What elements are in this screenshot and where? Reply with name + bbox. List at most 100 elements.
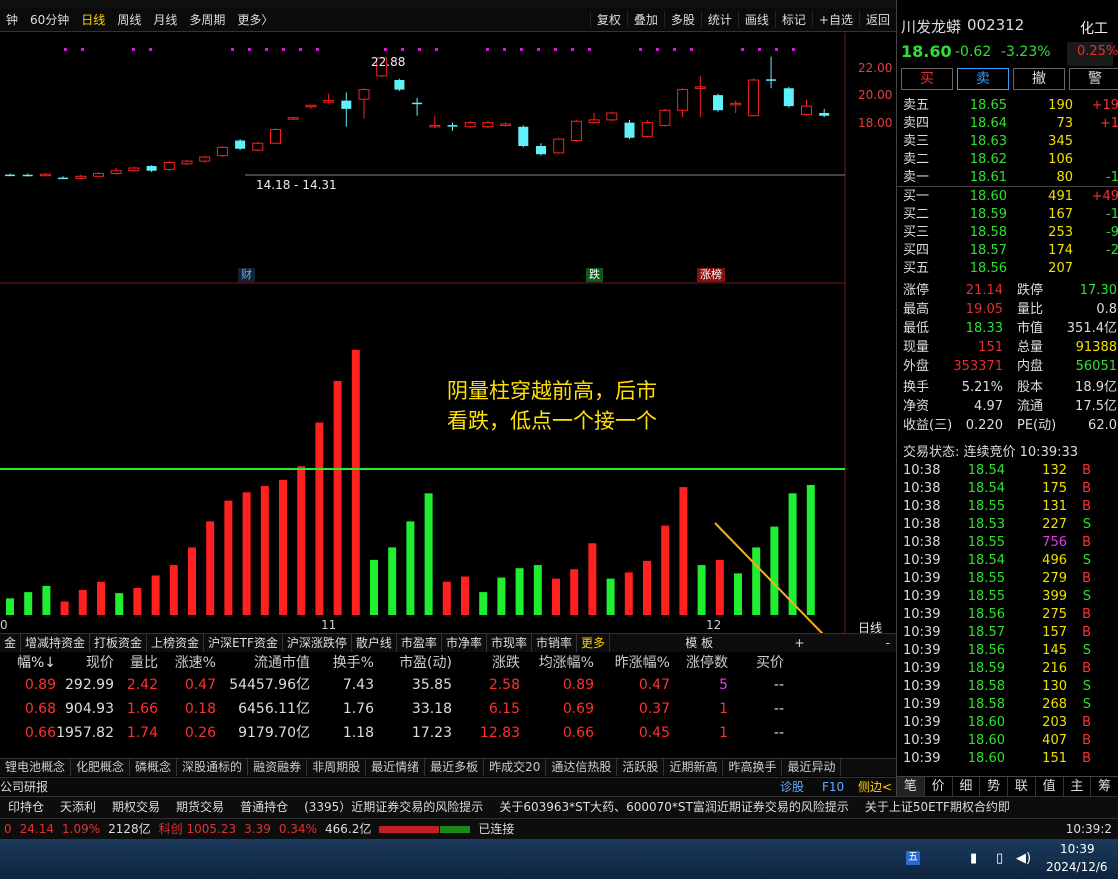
news-ticker[interactable]: (3395）近期证券交易的风险提示 [296,797,491,818]
concept-tab[interactable]: 磷概念 [130,759,178,776]
concept-tab[interactable]: 最近异动 [782,759,842,776]
column-header[interactable]: 均涨幅% [520,653,594,673]
battery-icon[interactable]: ▮ [970,851,977,866]
panel-tab[interactable]: 价 [925,777,953,796]
sector-name[interactable]: 化工 [1080,18,1108,38]
column-header[interactable]: 市盈(动) [374,653,452,673]
tf-monthly[interactable]: 月线 [147,11,183,28]
panel-tab[interactable]: 主 [1064,777,1092,796]
ask-row[interactable]: 卖三 18.63 345 [897,133,1118,151]
ask-row[interactable]: 卖一 18.61 80 -1 [897,169,1118,187]
concept-tab[interactable]: 昨成交20 [484,759,547,776]
bid-row[interactable]: 买三 18.58 253 -9 [897,224,1118,242]
ask-row[interactable]: 卖二 18.62 106 [897,151,1118,169]
tab-item[interactable]: 散户线 [352,634,397,652]
company-report-label[interactable]: 公司研报 [0,778,48,796]
column-header[interactable]: 现价 [56,653,114,673]
panel-tab[interactable]: 值 [1036,777,1064,796]
column-header[interactable]: 涨停数 [670,653,728,673]
tab-item[interactable]: 市净率 [442,634,487,652]
concept-tab[interactable]: 最近情绪 [366,759,426,776]
panel-tab[interactable]: 笔 [897,777,925,796]
panel-tab[interactable]: 联 [1008,777,1036,796]
panel-tab[interactable]: 筹 [1091,777,1118,796]
tab-item[interactable]: 市现率 [487,634,532,652]
clock-date[interactable]: 2024/12/6 [1046,860,1108,874]
fuquan-button[interactable]: 复权 [589,11,627,28]
kline-chart[interactable]: 22.00 20.00 18.00 22.88 14.18 - 14.31 财 … [0,33,1061,879]
add-watchlist-button[interactable]: +自选 [811,11,859,28]
multi-stock-button[interactable]: 多股 [663,11,701,28]
volume-icon[interactable]: ◀) [1016,851,1031,866]
futures-trade-item[interactable]: 期货交易 [168,797,232,818]
column-header[interactable]: 幅%↓ [0,653,56,673]
concept-tab[interactable]: 最近多板 [425,759,485,776]
plus-icon[interactable]: + [788,634,810,652]
tf-daily[interactable]: 日线 [75,11,111,28]
draw-button[interactable]: 画线 [737,11,775,28]
concept-tab[interactable]: 非周期股 [307,759,367,776]
tab-item[interactable]: 市盈率 [397,634,442,652]
tf-more[interactable]: 更多〉 [231,11,279,28]
concept-tab[interactable]: 深股通标的 [177,759,249,776]
concept-tab[interactable]: 近期新高 [664,759,724,776]
network-icon[interactable]: ▯ [996,851,1003,866]
concept-tab[interactable]: 化肥概念 [71,759,131,776]
concept-tab[interactable]: 锂电池概念 [0,759,72,776]
tab-item[interactable]: 增减持资金 [21,634,91,652]
holdings-item[interactable]: 印持仓 [0,797,52,818]
column-header[interactable]: 流通市值 [216,653,310,673]
concept-tab[interactable]: 活跃股 [617,759,665,776]
side-toggle[interactable]: 侧边< [858,778,892,796]
buy-button[interactable]: 买 [901,68,953,90]
clock-time[interactable]: 10:39 [1060,842,1095,856]
bid-row[interactable]: 买四 18.57 174 -2 [897,242,1118,260]
f10-link[interactable]: F10 [822,778,844,796]
template-button[interactable]: 模 板 [679,634,719,652]
rise-list-marker[interactable]: 涨榜 [697,268,725,282]
tab-item[interactable]: 上榜资金 [147,634,205,652]
mark-button[interactable]: 标记 [774,11,812,28]
column-header[interactable]: 量比 [114,653,158,673]
ask-row[interactable]: 卖四 18.64 73 +1 [897,115,1118,133]
alert-button[interactable]: 警 [1069,68,1118,90]
panel-tab[interactable]: 细 [953,777,981,796]
column-header[interactable]: 换手% [310,653,374,673]
options-trade-item[interactable]: 期权交易 [104,797,168,818]
concept-tab[interactable]: 昨高换手 [723,759,783,776]
column-header[interactable]: 昨涨幅% [594,653,670,673]
panel-tab[interactable]: 势 [980,777,1008,796]
ask-row[interactable]: 卖五 18.65 190 +19 [897,97,1118,115]
bid-row[interactable]: 买五 18.56 207 [897,260,1118,278]
drop-marker[interactable]: 跌 [586,268,603,282]
tab-item[interactable]: 打板资金 [90,634,148,652]
bid-row[interactable]: 买二 18.59 167 -1 [897,206,1118,224]
tab-item[interactable]: 沪深ETF资金 [204,634,283,652]
tf-minute[interactable]: 钟 [0,11,24,28]
cancel-order-button[interactable]: 撤 [1013,68,1065,90]
normal-holdings-item[interactable]: 普通持仓 [232,797,296,818]
table-row[interactable]: 0.66 1957.82 1.74 0.26 9179.70亿 1.18 17.23 12.8… [0,721,896,745]
tiantianli-item[interactable]: 天添利 [52,797,104,818]
column-header[interactable]: 涨速% [158,653,216,673]
ime-icon[interactable]: 五 [906,851,920,865]
back-button[interactable]: 返回 [858,11,896,28]
tab-item[interactable]: 金 [0,634,22,652]
concept-tab[interactable]: 通达信热股 [546,759,618,776]
diagnose-link[interactable]: 诊股 [780,778,804,796]
overlay-button[interactable]: 叠加 [626,11,664,28]
column-header[interactable]: 涨跌 [452,653,520,673]
news-ticker[interactable]: 关于603963*ST大药、600070*ST富润近期证券交易的风险提示 [491,797,857,818]
tab-item[interactable]: 市销率 [532,634,577,652]
bid-row[interactable]: 买一 18.60 491 +49 [897,188,1118,206]
sell-button[interactable]: 卖 [957,68,1009,90]
column-header[interactable]: 买价 [728,653,784,673]
table-row[interactable]: 0.68 904.93 1.66 0.18 6456.11亿 1.76 33.18 6.15 0… [0,697,896,721]
concept-tab[interactable]: 融资融券 [248,759,308,776]
news-ticker[interactable]: 关于上证50ETF期权合约即 [857,797,1018,818]
minus-icon[interactable]: - [880,634,896,652]
table-row[interactable]: 0.89 292.99 2.42 0.47 54457.96亿 7.43 35.85 2.58… [0,673,896,697]
finance-marker[interactable]: 财 [238,268,255,282]
tab-more[interactable]: 更多 [577,634,610,652]
tf-weekly[interactable]: 周线 [111,11,147,28]
